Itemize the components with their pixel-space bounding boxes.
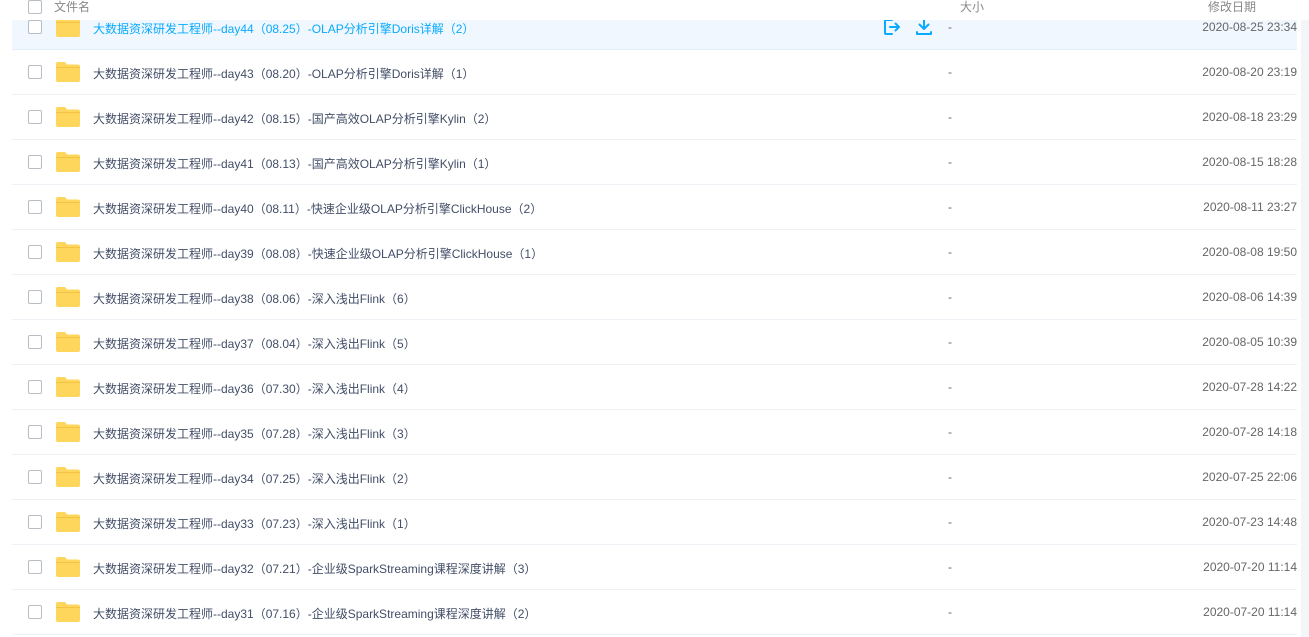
file-name-link[interactable]: 大数据资深研发工程师--day39（08.08）-快速企业级OLAP分析引擎Cl… bbox=[93, 245, 543, 262]
modified-date: 2020-07-28 14:22 bbox=[1202, 380, 1297, 394]
file-name-link[interactable]: 大数据资深研发工程师--day43（08.20）-OLAP分析引擎Doris详解… bbox=[93, 65, 474, 82]
row-checkbox[interactable] bbox=[28, 605, 42, 619]
folder-icon bbox=[56, 602, 80, 622]
file-name-link[interactable]: 大数据资深研发工程师--day32（07.21）-企业级SparkStreami… bbox=[93, 560, 536, 577]
file-row[interactable]: 大数据资深研发工程师--day41（08.13）-国产高效OLAP分析引擎Kyl… bbox=[12, 140, 1297, 185]
folder-icon bbox=[56, 422, 80, 442]
row-checkbox[interactable] bbox=[28, 155, 42, 169]
file-name-link[interactable]: 大数据资深研发工程师--day35（07.28）-深入浅出Flink（3） bbox=[93, 425, 416, 442]
file-row[interactable]: 大数据资深研发工程师--day33（07.23）-深入浅出Flink（1） - … bbox=[12, 500, 1297, 545]
row-checkbox[interactable] bbox=[28, 290, 42, 304]
file-list-panel: 文件名 大小 修改日期 大数据资深研发工程师--day44（08.25）-OLA… bbox=[0, 0, 1309, 637]
row-checkbox[interactable] bbox=[28, 380, 42, 394]
folder-icon bbox=[56, 62, 80, 82]
row-checkbox[interactable] bbox=[28, 200, 42, 214]
modified-date: 2020-08-20 23:19 bbox=[1202, 65, 1297, 79]
file-row[interactable]: 大数据资深研发工程师--day38（08.06）-深入浅出Flink（6） - … bbox=[12, 275, 1297, 320]
row-checkbox[interactable] bbox=[28, 425, 42, 439]
file-size: - bbox=[948, 155, 952, 169]
file-size: - bbox=[948, 470, 952, 484]
file-size: - bbox=[948, 290, 952, 304]
file-row[interactable]: 大数据资深研发工程师--day39（08.08）-快速企业级OLAP分析引擎Cl… bbox=[12, 230, 1297, 275]
file-rows: 大数据资深研发工程师--day44（08.25）-OLAP分析引擎Doris详解… bbox=[12, 5, 1297, 635]
modified-date: 2020-08-18 23:29 bbox=[1202, 110, 1297, 124]
file-row[interactable]: 大数据资深研发工程师--day40（08.11）-快速企业级OLAP分析引擎Cl… bbox=[12, 185, 1297, 230]
file-size: - bbox=[948, 110, 952, 124]
folder-icon bbox=[56, 467, 80, 487]
file-name-link[interactable]: 大数据资深研发工程师--day36（07.30）-深入浅出Flink（4） bbox=[93, 380, 416, 397]
row-checkbox[interactable] bbox=[28, 470, 42, 484]
row-checkbox[interactable] bbox=[28, 515, 42, 529]
file-size: - bbox=[948, 65, 952, 79]
column-header-date[interactable]: 修改日期 bbox=[1208, 0, 1256, 15]
modified-date: 2020-07-28 14:18 bbox=[1202, 425, 1297, 439]
folder-icon bbox=[56, 242, 80, 262]
download-icon[interactable] bbox=[914, 17, 934, 37]
file-size: - bbox=[948, 425, 952, 439]
file-name-link[interactable]: 大数据资深研发工程师--day34（07.25）-深入浅出Flink（2） bbox=[93, 470, 416, 487]
modified-date: 2020-07-20 11:14 bbox=[1203, 560, 1297, 574]
folder-icon bbox=[56, 557, 80, 577]
file-row[interactable]: 大数据资深研发工程师--day31（07.16）-企业级SparkStreami… bbox=[12, 590, 1297, 635]
file-size: - bbox=[948, 605, 952, 619]
row-checkbox[interactable] bbox=[28, 245, 42, 259]
select-all-checkbox[interactable] bbox=[28, 0, 42, 14]
file-list-header: 文件名 大小 修改日期 bbox=[12, 0, 1309, 20]
modified-date: 2020-08-11 23:27 bbox=[1203, 200, 1297, 214]
file-name-link[interactable]: 大数据资深研发工程师--day42（08.15）-国产高效OLAP分析引擎Kyl… bbox=[93, 110, 496, 127]
column-header-size[interactable]: 大小 bbox=[960, 0, 984, 15]
modified-date: 2020-08-15 18:28 bbox=[1202, 155, 1297, 169]
file-size: - bbox=[948, 380, 952, 394]
row-checkbox[interactable] bbox=[28, 110, 42, 124]
file-name-link[interactable]: 大数据资深研发工程师--day37（08.04）-深入浅出Flink（5） bbox=[93, 335, 416, 352]
modified-date: 2020-08-06 14:39 bbox=[1202, 290, 1297, 304]
file-size: - bbox=[948, 20, 952, 34]
vertical-scrollbar[interactable] bbox=[1301, 0, 1309, 637]
modified-date: 2020-08-05 10:39 bbox=[1202, 335, 1297, 349]
folder-icon bbox=[56, 332, 80, 352]
row-checkbox[interactable] bbox=[28, 65, 42, 79]
modified-date: 2020-07-23 14:48 bbox=[1202, 515, 1297, 529]
folder-icon bbox=[56, 197, 80, 217]
file-row[interactable]: 大数据资深研发工程师--day37（08.04）-深入浅出Flink（5） - … bbox=[12, 320, 1297, 365]
folder-icon bbox=[56, 287, 80, 307]
file-size: - bbox=[948, 335, 952, 349]
file-size: - bbox=[948, 515, 952, 529]
folder-icon bbox=[56, 377, 80, 397]
file-name-link[interactable]: 大数据资深研发工程师--day40（08.11）-快速企业级OLAP分析引擎Cl… bbox=[93, 200, 542, 217]
share-icon[interactable] bbox=[882, 17, 902, 37]
row-checkbox[interactable] bbox=[28, 560, 42, 574]
modified-date: 2020-08-25 23:34 bbox=[1202, 20, 1297, 34]
folder-icon bbox=[56, 107, 80, 127]
folder-icon bbox=[56, 152, 80, 172]
file-name-link[interactable]: 大数据资深研发工程师--day38（08.06）-深入浅出Flink（6） bbox=[93, 290, 416, 307]
column-header-name[interactable]: 文件名 bbox=[54, 0, 90, 15]
file-row[interactable]: 大数据资深研发工程师--day32（07.21）-企业级SparkStreami… bbox=[12, 545, 1297, 590]
modified-date: 2020-08-08 19:50 bbox=[1202, 245, 1297, 259]
file-name-link[interactable]: 大数据资深研发工程师--day31（07.16）-企业级SparkStreami… bbox=[93, 605, 536, 622]
file-name-link[interactable]: 大数据资深研发工程师--day33（07.23）-深入浅出Flink（1） bbox=[93, 515, 416, 532]
file-size: - bbox=[948, 560, 952, 574]
file-row[interactable]: 大数据资深研发工程师--day35（07.28）-深入浅出Flink（3） - … bbox=[12, 410, 1297, 455]
modified-date: 2020-07-25 22:06 bbox=[1202, 470, 1297, 484]
file-name-link[interactable]: 大数据资深研发工程师--day41（08.13）-国产高效OLAP分析引擎Kyl… bbox=[93, 155, 496, 172]
modified-date: 2020-07-20 11:14 bbox=[1203, 605, 1297, 619]
file-name-link[interactable]: 大数据资深研发工程师--day44（08.25）-OLAP分析引擎Doris详解… bbox=[93, 20, 474, 37]
row-checkbox[interactable] bbox=[28, 335, 42, 349]
file-size: - bbox=[948, 200, 952, 214]
file-row[interactable]: 大数据资深研发工程师--day43（08.20）-OLAP分析引擎Doris详解… bbox=[12, 50, 1297, 95]
file-row[interactable]: 大数据资深研发工程师--day34（07.25）-深入浅出Flink（2） - … bbox=[12, 455, 1297, 500]
file-size: - bbox=[948, 245, 952, 259]
file-row[interactable]: 大数据资深研发工程师--day42（08.15）-国产高效OLAP分析引擎Kyl… bbox=[12, 95, 1297, 140]
row-checkbox[interactable] bbox=[28, 20, 42, 34]
folder-icon bbox=[56, 512, 80, 532]
file-row[interactable]: 大数据资深研发工程师--day36（07.30）-深入浅出Flink（4） - … bbox=[12, 365, 1297, 410]
